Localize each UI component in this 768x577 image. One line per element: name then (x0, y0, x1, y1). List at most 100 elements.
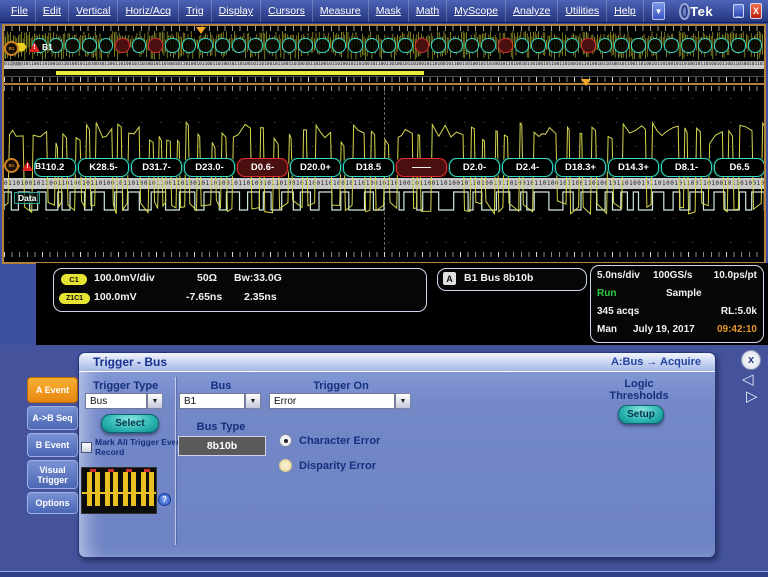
overview-decode-box (465, 38, 480, 53)
zoom-region-bar[interactable] (56, 71, 424, 75)
menu-display[interactable]: Display (212, 0, 261, 22)
overview-decode-box (698, 38, 713, 53)
menu-analyze[interactable]: Analyze (506, 0, 558, 22)
overview-decode-box (198, 38, 213, 53)
decode-symbol-box: D2.4- (502, 158, 553, 177)
menu-utilities[interactable]: Utilities (558, 0, 607, 22)
bus-label: Bus (179, 380, 263, 392)
clock: 09:42:10 (717, 324, 757, 335)
overview-decode-box (631, 38, 646, 53)
menu-vertical[interactable]: Vertical (69, 0, 118, 22)
tek-brand: Tek (690, 4, 713, 19)
bus-select[interactable]: B1 (179, 393, 245, 409)
overview-bus-label: ! B1 (17, 42, 53, 52)
decode-symbol-box: D14.3+ (608, 158, 659, 177)
decode-symbol-box: K28.5- (78, 158, 129, 177)
overview-bar-row (4, 70, 764, 77)
overview-decode-box (115, 38, 130, 53)
trigger-bus-panel: Trigger - Bus A:Bus → Acquire Trigger Ty… (78, 352, 716, 558)
trigger-on-select[interactable]: Error (269, 393, 395, 409)
control-window-area: A Event A->B Seq B Event Visual Trigger Opti… (0, 345, 768, 577)
overview-decode-box (298, 38, 313, 53)
menu-dropdown-button[interactable]: ▼ (652, 2, 666, 20)
bus-type-value: 8b10b (178, 436, 266, 456)
acq-mode: Sample (666, 288, 702, 299)
warning-icon: ! (22, 161, 33, 171)
decode-symbol-box: D23.0- (184, 158, 235, 177)
overview-bits-strip: 0110100101100110100101101001011010010110… (4, 61, 764, 69)
menu-myscope[interactable]: MyScope (447, 0, 506, 22)
menu-file[interactable]: File (4, 0, 36, 22)
warning-icon: ! (29, 42, 40, 52)
decode-symbol-box: D6.5 (714, 158, 764, 177)
decode-symbol-box: D18.3+ (555, 158, 606, 177)
disparity-error-radio[interactable] (279, 459, 292, 472)
overview-decode-box (664, 38, 679, 53)
disparity-error-label: Disparity Error (299, 460, 376, 472)
tab-a-b-seq[interactable]: A->B Seq (27, 406, 78, 430)
decode-symbol-box: D31.7- (131, 158, 182, 177)
menu-measure[interactable]: Measure (313, 0, 369, 22)
decode-symbol-box: D2.0- (449, 158, 500, 177)
mark-all-checkbox[interactable] (81, 442, 92, 453)
overview-decode-box (731, 38, 746, 53)
menu-trig[interactable]: Trig (179, 0, 212, 22)
bottom-footer (0, 572, 768, 577)
menu-mask[interactable]: Mask (369, 0, 409, 22)
menu-math[interactable]: Math (409, 0, 447, 22)
overview-decode-box (748, 38, 762, 53)
oscilloscope-display: B1 ! B1 01101001011001101001011010010110… (2, 24, 766, 264)
tab-visual-trigger[interactable]: Visual Trigger (27, 460, 78, 489)
help-icon[interactable]: ? (158, 493, 171, 506)
decode-symbol-box: D20.0+ (290, 158, 341, 177)
menu-cursors[interactable]: Cursors (261, 0, 313, 22)
overview-decode-box (348, 38, 363, 53)
select-button[interactable]: Select (101, 414, 159, 433)
overview-decode-box (714, 38, 729, 53)
overview-divider (4, 83, 764, 85)
tab-b-event[interactable]: B Event (27, 433, 78, 457)
minimize-button[interactable]: _ (733, 4, 744, 18)
menu-horizacq[interactable]: Horiz/Acq (118, 0, 179, 22)
logic-thresholds-setup-button[interactable]: Setup (618, 405, 664, 424)
trig-mode: Man (597, 324, 617, 335)
overview-decode-box (265, 38, 280, 53)
overview-decode-box (648, 38, 663, 53)
panel-nav-left-icon[interactable]: ◁ (742, 372, 754, 387)
menu-edit[interactable]: Edit (36, 0, 69, 22)
resolution: 10.0ps/pt (714, 270, 757, 281)
zoom-scale: 100.0mV (94, 291, 137, 303)
overview-bits-label: Bits (10, 61, 22, 68)
main-bus-marker: B1 (4, 158, 19, 173)
overview-decode-box (531, 38, 546, 53)
overview-decode-box (282, 38, 297, 53)
ch1-scale: 100.0mV/div (94, 272, 155, 284)
tekscope-logo-icon (679, 3, 690, 20)
bus-dropdown-icon[interactable]: ▼ (245, 393, 261, 409)
timebase: 5.0ns/div (597, 270, 640, 281)
character-error-radio[interactable] (279, 434, 292, 447)
overview-decode-box (415, 38, 430, 53)
pattern-pulse (123, 472, 136, 506)
horizontal-readout-box[interactable]: 5.0ns/div 100GS/s 10.0ps/pt Run Sample 3… (590, 265, 764, 343)
trigger-source-box[interactable]: A B1 Bus 8b10b (437, 268, 587, 291)
trigger-type-dropdown-icon[interactable]: ▼ (147, 393, 163, 409)
tab-options[interactable]: Options (27, 492, 78, 514)
vertical-readout-box[interactable]: C1 100.0mV/div 50Ω Bw:33.0G Z1C1 100.0mV… (53, 268, 427, 312)
trigger-on-dropdown-icon[interactable]: ▼ (395, 393, 411, 409)
overview-decode-row (32, 38, 762, 53)
panel-close-button[interactable]: x (741, 350, 761, 370)
overview-decode-box (614, 38, 629, 53)
acq-count: 345 acqs (597, 306, 639, 317)
ch1-bandwidth: Bw:33.0G (234, 272, 282, 284)
panel-nav-right-icon[interactable]: ▷ (746, 389, 758, 404)
close-button[interactable]: X (750, 3, 762, 19)
overview-decode-box (215, 38, 230, 53)
trigger-type-select[interactable]: Bus (85, 393, 147, 409)
panel-title-bar: Trigger - Bus A:Bus → Acquire (79, 353, 715, 372)
overview-decode-box (99, 38, 114, 53)
overview-decode-box (332, 38, 347, 53)
overview-decode-box (581, 38, 596, 53)
menu-help[interactable]: Help (607, 0, 644, 22)
tab-a-event[interactable]: A Event (27, 377, 78, 403)
